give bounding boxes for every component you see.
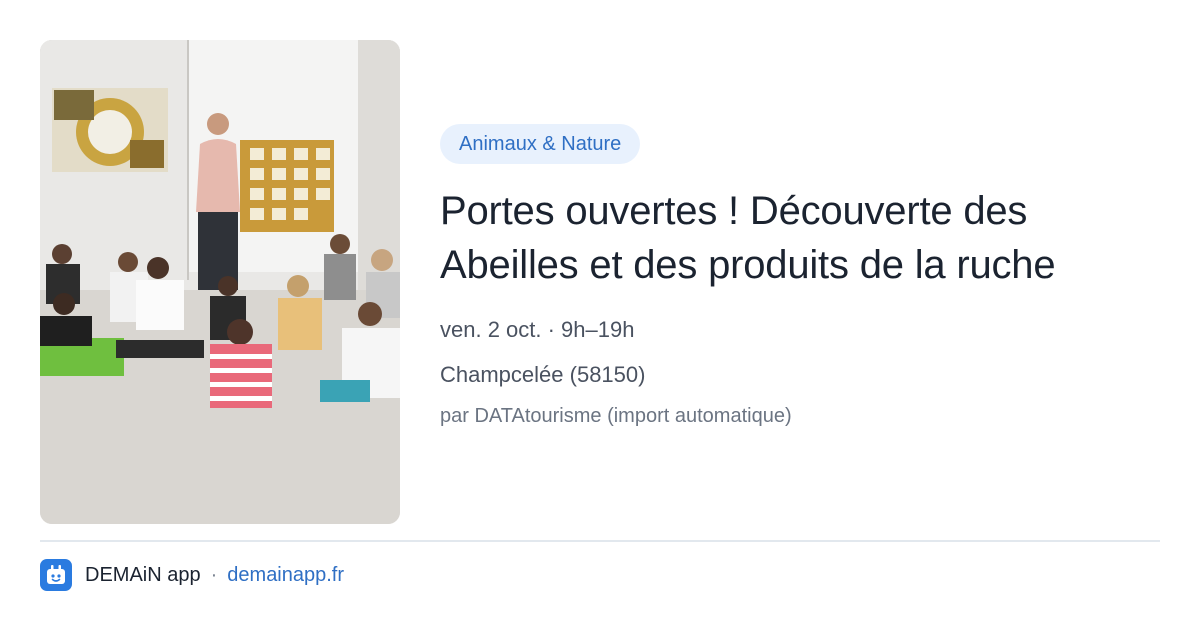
event-title[interactable]: Portes ouvertes ! Découverte des Abeille… — [440, 184, 1160, 292]
footer-separator: · — [210, 563, 218, 586]
event-location: Champcelée (58150) — [440, 362, 646, 387]
event-date: ven. 2 oct. · 9h–19h — [440, 317, 635, 342]
app-name: DEMAiN app — [85, 563, 201, 586]
event-photo — [40, 40, 400, 524]
app-domain-link[interactable]: demainapp.fr — [227, 564, 344, 587]
category-tag[interactable]: Animaux & Nature — [440, 124, 641, 164]
divider — [40, 540, 1160, 542]
footer: DEMAiN app · demainapp.fr — [40, 559, 344, 591]
event-source: par DATAtourisme (import automatique) — [440, 405, 792, 427]
event-details: Animaux & Nature Portes ouvertes ! Décou… — [440, 124, 1160, 429]
calendar-app-icon — [40, 559, 72, 591]
